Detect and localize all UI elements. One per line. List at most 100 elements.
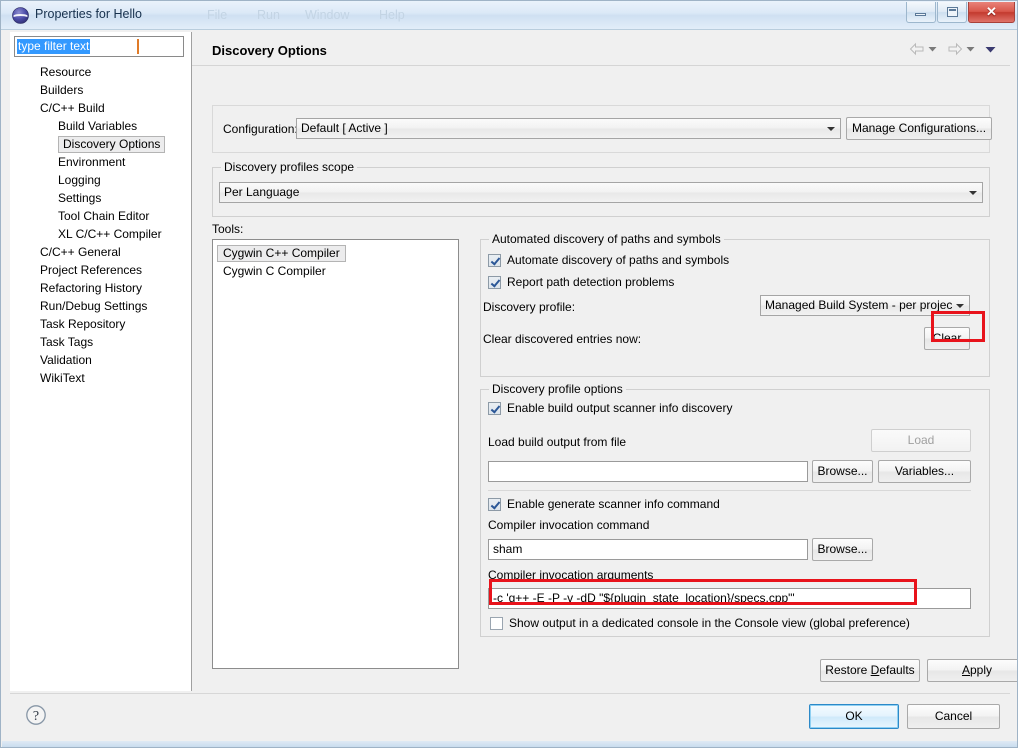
enable-build-output-scanner-checkbox[interactable]: Enable build output scanner info discove… (488, 401, 732, 415)
chevron-down-icon (969, 191, 977, 195)
sidebar-item-cpp-general[interactable]: C/C++ General (10, 243, 191, 261)
ghost-menu-1: File (207, 8, 228, 22)
help-question-icon[interactable]: ? (25, 704, 47, 726)
minimize-button[interactable] (906, 2, 936, 23)
apply-button[interactable]: Apply (927, 659, 1017, 682)
variables-button[interactable]: Variables... (878, 460, 971, 483)
scope-combo[interactable]: Per Language (219, 182, 983, 203)
show-output-console-label: Show output in a dedicated console in th… (509, 616, 910, 630)
ghost-menu-3: Window (305, 8, 350, 22)
apply-label: Apply (961, 663, 993, 677)
checkbox-icon (490, 616, 503, 630)
ghost-menu-2: Run (257, 8, 280, 22)
restore-button[interactable] (937, 2, 967, 23)
forward-menu-chevron-down-icon[interactable] (966, 45, 975, 53)
back-arrow-icon[interactable] (909, 42, 925, 56)
sidebar-item-label: Discovery Options (58, 136, 166, 153)
browse-build-output-button[interactable]: Browse... (812, 460, 873, 483)
compiler-invocation-arguments-label: Compiler invocation arguments (488, 568, 654, 582)
discovery-profile-options-group: Discovery profile options Enable build o… (480, 382, 990, 637)
properties-dialog: Properties for Hello File Run Window Hel… (0, 0, 1018, 748)
compiler-invocation-command-label: Compiler invocation command (488, 518, 650, 532)
sidebar-item-settings[interactable]: Settings (10, 189, 191, 207)
settings-sidebar: type filter text Resource Builders C/C++… (10, 32, 192, 691)
tools-listbox[interactable]: Cygwin C++ Compiler Cygwin C Compiler (212, 239, 459, 669)
automated-discovery-group: Automated discovery of paths and symbols… (480, 232, 990, 377)
restore-defaults-button[interactable]: Restore Defaults (820, 659, 920, 682)
sidebar-item-project-references[interactable]: Project References (10, 261, 191, 279)
svg-text:?: ? (33, 709, 39, 724)
load-build-output-label: Load build output from file (488, 435, 627, 449)
window-bottom-strip (2, 741, 1017, 747)
sidebar-item-build-variables[interactable]: Build Variables (10, 117, 191, 135)
ghost-menu-4: Help (379, 8, 405, 22)
configuration-group: Configuration: Default [ Active ] Manage… (212, 105, 992, 153)
forward-arrow-icon[interactable] (947, 42, 963, 56)
view-menu-chevron-down-icon[interactable] (985, 45, 996, 54)
title-bar: Properties for Hello File Run Window Hel… (1, 1, 1017, 30)
enable-generate-scanner-checkbox[interactable]: Enable generate scanner info command (488, 497, 720, 511)
sidebar-item-discovery-options[interactable]: Discovery Options (58, 135, 166, 153)
sidebar-item-validation[interactable]: Validation (10, 351, 191, 369)
restore-icon (947, 7, 958, 17)
automated-discovery-title: Automated discovery of paths and symbols (489, 232, 724, 246)
tools-label: Tools: (212, 222, 244, 236)
browse-compiler-command-button[interactable]: Browse... (812, 538, 873, 561)
load-build-output-input[interactable] (488, 461, 808, 482)
restore-defaults-label: Restore Defaults (825, 663, 915, 677)
sidebar-item-environment[interactable]: Environment (10, 153, 191, 171)
cancel-button[interactable]: Cancel (907, 704, 1000, 729)
clear-button[interactable]: Clear (924, 327, 970, 350)
manage-configurations-button[interactable]: Manage Configurations... (846, 117, 992, 140)
list-item[interactable]: Cygwin C Compiler (213, 262, 458, 280)
title-separator (192, 65, 1010, 66)
page-nav-icons (909, 42, 996, 56)
footer-separator (10, 693, 1010, 694)
window-title: Properties for Hello (35, 7, 142, 21)
scope-combo-value: Per Language (224, 185, 300, 199)
discovery-profile-options-title: Discovery profile options (489, 382, 626, 396)
compiler-invocation-command-input[interactable]: sham (488, 539, 808, 560)
window-controls: ✕ (905, 2, 1015, 23)
sidebar-item-resource[interactable]: Resource (10, 63, 191, 81)
close-button[interactable]: ✕ (968, 2, 1015, 23)
show-output-console-checkbox[interactable]: Show output in a dedicated console in th… (490, 616, 910, 630)
sidebar-item-builders[interactable]: Builders (10, 81, 191, 99)
eclipse-sphere-icon (12, 7, 29, 24)
clear-entries-label: Clear discovered entries now: (483, 332, 642, 346)
sidebar-item-tool-chain-editor[interactable]: Tool Chain Editor (10, 207, 191, 225)
settings-tree: Resource Builders C/C++ Build Build Vari… (10, 63, 191, 387)
sidebar-item-task-tags[interactable]: Task Tags (10, 333, 191, 351)
discovery-profiles-scope-title: Discovery profiles scope (221, 160, 358, 174)
sidebar-item-task-repository[interactable]: Task Repository (10, 315, 191, 333)
configuration-combo-value: Default [ Active ] (301, 121, 388, 135)
sidebar-item-xl-cpp-compiler[interactable]: XL C/C++ Compiler (10, 225, 191, 243)
automate-discovery-checkbox[interactable]: Automate discovery of paths and symbols (488, 253, 729, 267)
chevron-down-icon (956, 304, 964, 308)
enable-build-output-scanner-label: Enable build output scanner info discove… (507, 401, 733, 415)
filter-input-value: type filter text (17, 39, 91, 54)
text-caret (137, 39, 139, 54)
configuration-label: Configuration: (223, 122, 298, 136)
list-item[interactable]: Cygwin C++ Compiler (217, 245, 346, 262)
sidebar-item-logging[interactable]: Logging (10, 171, 191, 189)
report-path-problems-checkbox[interactable]: Report path detection problems (488, 275, 674, 289)
discovery-profile-label: Discovery profile: (483, 300, 576, 314)
options-divider (488, 490, 971, 491)
ok-button[interactable]: OK (809, 704, 899, 729)
sidebar-item-cpp-build[interactable]: C/C++ Build (10, 99, 191, 117)
discovery-profile-combo[interactable]: Managed Build System - per projec (760, 295, 970, 316)
checkbox-icon (488, 497, 501, 511)
configuration-combo[interactable]: Default [ Active ] (296, 118, 841, 139)
load-button[interactable]: Load (871, 429, 971, 452)
compiler-invocation-arguments-input[interactable]: -c 'g++ -E -P -v -dD "${plugin_state_loc… (488, 588, 971, 609)
chevron-down-icon (827, 127, 835, 131)
filter-input[interactable]: type filter text (14, 36, 184, 57)
close-icon: ✕ (986, 4, 997, 19)
automate-discovery-label: Automate discovery of paths and symbols (507, 253, 730, 267)
sidebar-item-run-debug-settings[interactable]: Run/Debug Settings (10, 297, 191, 315)
discovery-profile-combo-value: Managed Build System - per projec (765, 298, 953, 312)
back-menu-chevron-down-icon[interactable] (928, 45, 937, 53)
sidebar-item-refactoring-history[interactable]: Refactoring History (10, 279, 191, 297)
sidebar-item-wikitext[interactable]: WikiText (10, 369, 191, 387)
